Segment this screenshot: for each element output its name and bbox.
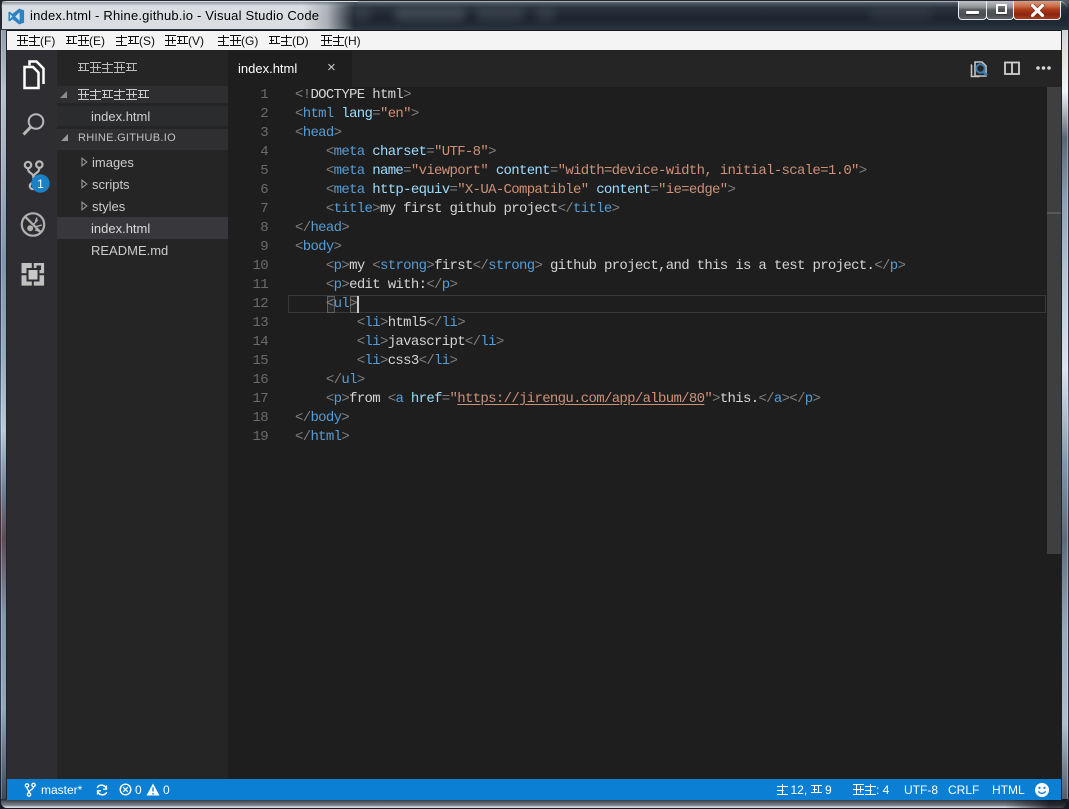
svg-text:1: 1 — [37, 177, 44, 191]
